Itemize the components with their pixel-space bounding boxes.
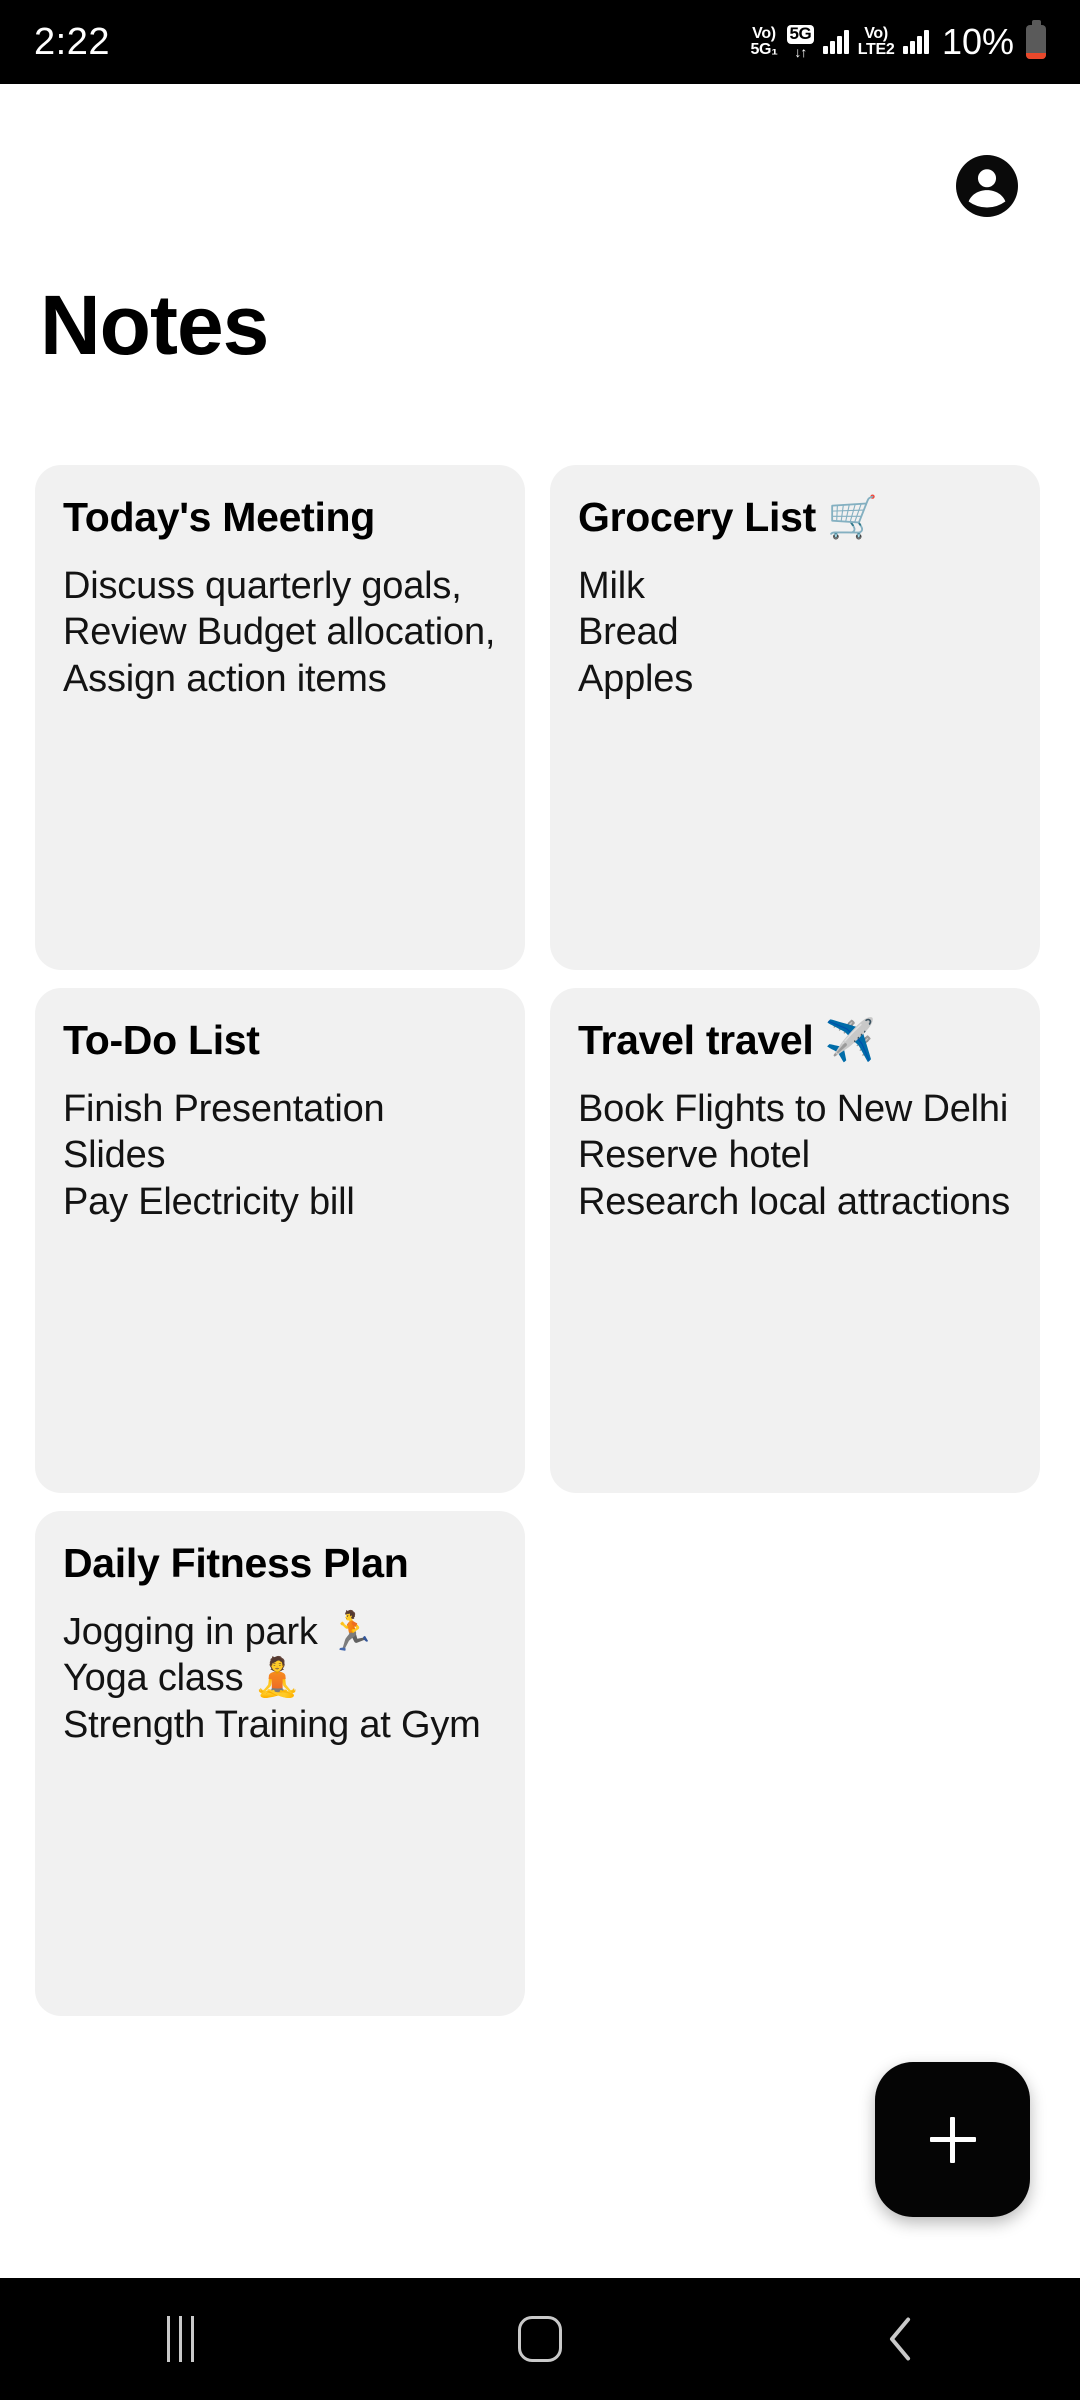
five-g-badge: 5G xyxy=(786,24,815,44)
volte-sim1-icon: Vo) 5G₁ xyxy=(750,26,777,58)
status-bar-clock: 2:22 xyxy=(34,21,110,63)
note-body: Book Flights to New Delhi Reserve hotel … xyxy=(578,1087,1011,1223)
battery-icon xyxy=(1026,20,1046,59)
android-navigation-bar xyxy=(0,2278,1080,2400)
home-icon xyxy=(518,2316,562,2362)
add-note-button[interactable] xyxy=(875,2062,1030,2217)
note-title-text: Daily Fitness Plan xyxy=(63,1540,409,1586)
nav-back-button[interactable] xyxy=(825,2278,975,2400)
note-title: Daily Fitness Plan xyxy=(63,1540,497,1587)
note-title-text: Travel travel xyxy=(578,1017,814,1063)
volte-sim1-network-label: 5G₁ xyxy=(750,41,778,58)
note-title: Grocery List 🛒 xyxy=(578,494,1012,541)
chevron-left-icon xyxy=(889,2317,911,2361)
signal-strength-sim1-icon xyxy=(823,30,849,54)
note-title-emoji: 🛒 xyxy=(827,494,878,540)
note-title-emoji: ✈️ xyxy=(824,1017,876,1063)
note-title-text: Grocery List xyxy=(578,494,816,540)
note-title: Travel travel ✈️ xyxy=(578,1017,1012,1064)
status-bar: 2:22 Vo) 5G₁ 5G ↓↑ Vo) LTE2 10% xyxy=(0,0,1080,84)
signal-strength-sim2-icon xyxy=(903,30,929,54)
plus-icon-bar xyxy=(929,2137,976,2142)
note-card[interactable]: Travel travel ✈️ Book Flights to New Del… xyxy=(550,988,1040,1493)
note-title: Today's Meeting xyxy=(63,494,497,541)
volte-sim1-vo-label: Vo) xyxy=(752,25,776,42)
nav-home-button[interactable] xyxy=(465,2278,615,2400)
note-card[interactable]: Daily Fitness Plan Jogging in park 🏃 Yog… xyxy=(35,1511,525,2016)
five-g-indicator: 5G ↓↑ xyxy=(786,24,815,60)
note-card[interactable]: Today's Meeting Discuss quarterly goals,… xyxy=(35,465,525,970)
note-card[interactable]: To-Do List Finish Presentation Slides Pa… xyxy=(35,988,525,1493)
note-body: Finish Presentation Slides Pay Electrici… xyxy=(63,1087,385,1223)
note-title-text: Today's Meeting xyxy=(63,494,376,540)
note-card[interactable]: Grocery List 🛒 Milk Bread Apples xyxy=(550,465,1040,970)
note-body: Discuss quarterly goals, Review Budget a… xyxy=(63,564,496,700)
notes-grid: Today's Meeting Discuss quarterly goals,… xyxy=(35,465,1040,2016)
note-body: Jogging in park 🏃 Yoga class 🧘 Strength … xyxy=(63,1610,481,1746)
note-title-text: To-Do List xyxy=(63,1017,260,1063)
volte-sim2-network-label: LTE2 xyxy=(857,41,895,58)
recents-icon xyxy=(166,2316,194,2362)
nav-recents-button[interactable] xyxy=(105,2278,255,2400)
note-title: To-Do List xyxy=(63,1017,497,1064)
volte-sim2-vo-label: Vo) xyxy=(864,25,888,42)
notes-app-screen: 2:22 Vo) 5G₁ 5G ↓↑ Vo) LTE2 10% Notes To… xyxy=(0,0,1080,2400)
battery-percentage-label: 10% xyxy=(941,21,1014,62)
status-bar-indicators: Vo) 5G₁ 5G ↓↑ Vo) LTE2 10% xyxy=(750,20,1046,62)
data-transfer-arrows-icon: ↓↑ xyxy=(794,43,807,60)
account-circle-icon[interactable] xyxy=(956,155,1018,217)
page-title: Notes xyxy=(40,278,269,372)
note-body: Milk Bread Apples xyxy=(578,564,693,700)
volte-sim2-icon: Vo) LTE2 xyxy=(858,26,895,58)
